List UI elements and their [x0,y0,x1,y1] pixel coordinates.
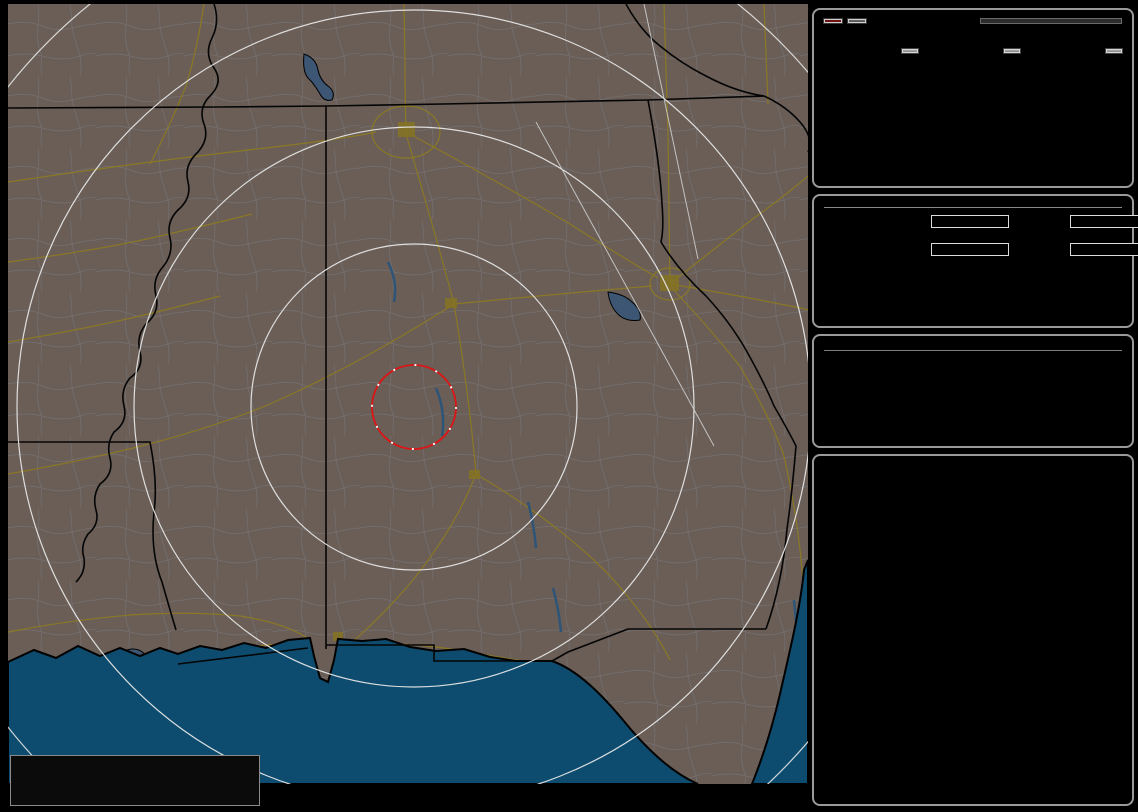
noise-button[interactable] [848,19,866,23]
distribution-title [824,204,1122,208]
strikes-column [824,40,918,68]
strike-button[interactable] [824,19,842,23]
cg-pos-bar-fill [932,216,1008,227]
noises-per-min-button[interactable] [1106,49,1122,53]
cg-neg-bar [1070,215,1138,228]
datetime-display [824,344,1122,351]
ic-pos-bar [931,243,1009,256]
cg-neg-bar-fill [1071,216,1138,227]
strikes-per-min-button[interactable] [902,49,918,53]
close-column [926,40,1020,68]
ic-neg-bar [1070,243,1138,256]
map-canvas[interactable] [8,4,808,784]
counters-panel [812,8,1134,188]
sidebar [812,8,1134,806]
distribution-panel [812,194,1134,328]
trend-chart [824,487,1122,741]
map-geography [8,4,808,784]
noises-column [1028,40,1122,68]
radar-map[interactable] [8,4,808,808]
close-per-min-button[interactable] [1004,49,1020,53]
trend-panel [812,454,1134,806]
map-legend [10,755,260,806]
ic-neg-bar-fill [1071,244,1138,255]
cg-pos-bar [931,215,1009,228]
bearing-display [980,18,1122,24]
status-panel [812,334,1134,448]
ic-pos-bar-fill [932,244,1008,255]
